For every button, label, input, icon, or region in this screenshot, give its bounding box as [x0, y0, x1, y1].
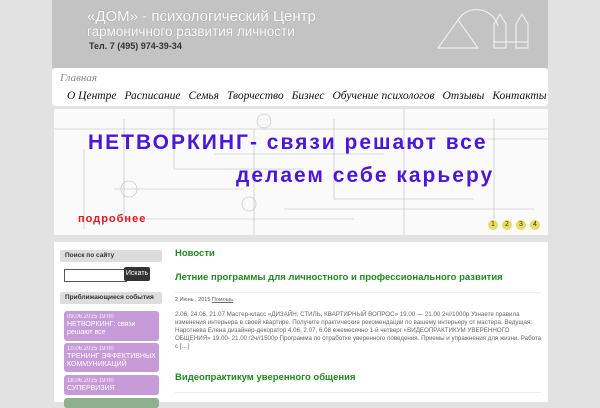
post-title[interactable]: Видеопрактикум уверенного общения [175, 372, 355, 383]
search-button[interactable]: Искать [124, 267, 150, 281]
search-input[interactable] [64, 269, 127, 282]
banner-slider[interactable]: НЕТВОРКИНГ- связи решают все делаем себе… [54, 109, 548, 235]
nav-item-about[interactable]: О Центре [67, 90, 116, 102]
nav-item-family[interactable]: Семья [189, 90, 220, 102]
section-title: Новости [175, 248, 215, 259]
post-category-link[interactable]: Помощь [212, 297, 233, 303]
more-link[interactable]: подробнее [78, 213, 146, 225]
content-area: Поиск по сайту Искать Приближающиеся соб… [54, 242, 548, 408]
phone: Тел. 7 (495) 974-39-34 [89, 41, 182, 51]
divider [175, 392, 541, 393]
event-item[interactable]: 09.06.2015 19:00 НЕТВОРКИНГ: связи решают… [64, 311, 159, 341]
site-title[interactable]: «ДОМ» - психологический Центр [87, 8, 316, 25]
banner-subheadline: делаем себе карьеру [236, 164, 495, 187]
event-item[interactable]: 10.06.2015 19:00 ТРЕНИНГ ЭФФЕКТИВНЫХ КОММ… [64, 343, 159, 372]
site-subtitle: гармоничного развития личности [87, 24, 295, 39]
nav-item-contacts[interactable]: Контакты [492, 90, 546, 102]
site-header: «ДОМ» - психологический Центр гармонично… [52, 0, 548, 68]
nav-item-business[interactable]: Бизнес [292, 90, 325, 102]
nav-item-schedule[interactable]: Расписание [124, 90, 180, 102]
slide-dot-1[interactable]: 1 [488, 220, 498, 230]
event-item[interactable]: 18.06.2015 19:00 СУПЕРВИЗИЯ [64, 375, 159, 395]
slide-dot-2[interactable]: 2 [502, 220, 512, 230]
banner-headline: НЕТВОРКИНГ- связи решают все [88, 131, 488, 154]
divider [175, 292, 541, 293]
search-widget-title: Поиск по сайту [60, 250, 162, 262]
house-logo-icon[interactable] [436, 6, 531, 51]
post-meta: 2 Июнь , 2015 Помощь [175, 297, 234, 303]
nav-item-reviews[interactable]: Отзывы [443, 90, 485, 102]
post-excerpt: 2.06, 24.06, 21.07 Мастер-класс «ДИЗАЙН,… [175, 311, 542, 350]
post-title[interactable]: Летние программы для личностного и профе… [175, 272, 503, 283]
events-widget-title: Приближающиеся события [60, 292, 162, 304]
slide-dot-3[interactable]: 3 [516, 220, 526, 230]
breadcrumb-home[interactable]: Главная [60, 72, 97, 84]
nav-item-training[interactable]: Обучение психологов [332, 90, 434, 102]
slide-dot-4[interactable]: 4 [530, 220, 540, 230]
navigation: Главная О Центре Расписание Семья Творче… [52, 68, 548, 106]
nav-item-creativity[interactable]: Творчество [227, 90, 284, 102]
